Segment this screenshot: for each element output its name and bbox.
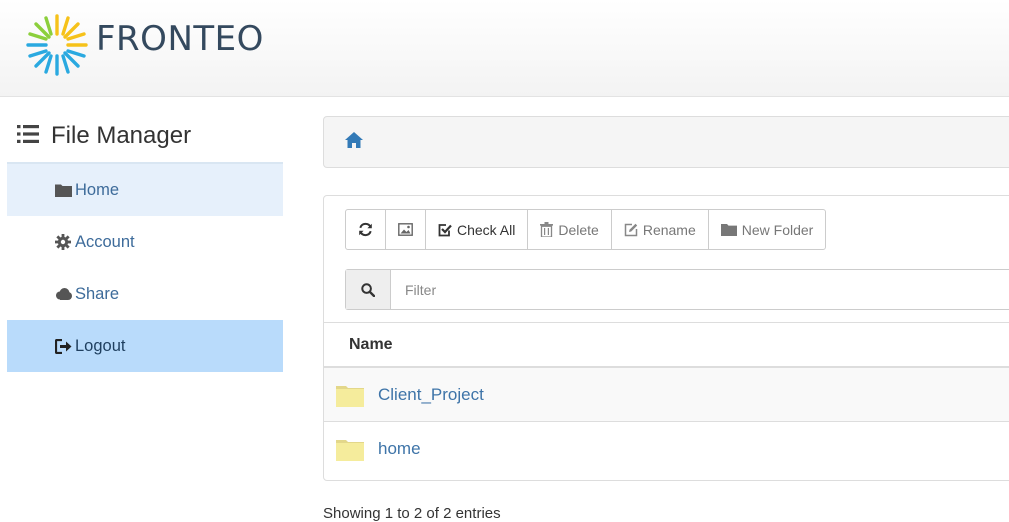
trash-icon bbox=[540, 222, 554, 237]
sidebar-title-text: File Manager bbox=[51, 122, 192, 149]
toolbar: Check All Delete Rename New Folder bbox=[345, 209, 827, 250]
folder-icon bbox=[720, 223, 737, 236]
sidebar: File Manager Home Account Share Logout bbox=[7, 110, 283, 372]
file-link[interactable]: home bbox=[378, 439, 421, 459]
logo[interactable]: FRONTEO bbox=[20, 8, 264, 82]
file-table: Name Client_Project home bbox=[324, 322, 1009, 476]
image-view-button[interactable] bbox=[385, 209, 426, 250]
home-icon[interactable] bbox=[345, 131, 363, 153]
new-folder-button[interactable]: New Folder bbox=[707, 209, 827, 250]
file-panel: Check All Delete Rename New Folder Filte… bbox=[323, 195, 1009, 481]
sidebar-item-label: Logout bbox=[75, 336, 126, 355]
sidebar-title: File Manager bbox=[7, 110, 283, 164]
rename-label: Rename bbox=[642, 221, 696, 238]
check-all-label: Check All bbox=[457, 221, 516, 238]
folder-icon bbox=[55, 182, 72, 199]
delete-button[interactable]: Delete bbox=[527, 209, 612, 250]
sidebar-item-label: Account bbox=[75, 232, 135, 251]
search-icon bbox=[346, 270, 391, 309]
rename-button[interactable]: Rename bbox=[610, 209, 709, 250]
folder-icon bbox=[336, 385, 364, 407]
sidebar-item-label: Share bbox=[75, 284, 120, 303]
filter-input[interactable] bbox=[391, 270, 1009, 309]
sidebar-item-account[interactable]: Account bbox=[7, 216, 283, 268]
table-row[interactable]: home bbox=[324, 422, 1009, 476]
cloud-icon bbox=[55, 286, 72, 303]
filter-group bbox=[345, 269, 1009, 310]
entries-info: Showing 1 to 2 of 2 entries bbox=[323, 505, 501, 522]
image-icon bbox=[398, 223, 413, 236]
check-square-icon bbox=[438, 223, 452, 237]
sidebar-item-home[interactable]: Home bbox=[7, 164, 283, 216]
check-all-button[interactable]: Check All bbox=[425, 209, 529, 250]
sidebar-item-share[interactable]: Share bbox=[7, 268, 283, 320]
table-row[interactable]: Client_Project bbox=[324, 368, 1009, 422]
list-icon bbox=[17, 122, 39, 150]
gear-icon bbox=[55, 234, 72, 251]
delete-label: Delete bbox=[558, 221, 599, 238]
fronteo-logo-icon bbox=[26, 14, 88, 76]
edit-icon bbox=[624, 223, 638, 237]
folder-icon bbox=[336, 440, 364, 461]
refresh-button[interactable] bbox=[345, 209, 386, 250]
refresh-icon bbox=[358, 222, 373, 237]
breadcrumb bbox=[323, 116, 1009, 168]
column-header-name[interactable]: Name bbox=[324, 322, 1009, 368]
file-link[interactable]: Client_Project bbox=[378, 385, 484, 405]
sign-out-icon bbox=[55, 338, 72, 355]
new-folder-label: New Folder bbox=[741, 221, 814, 238]
sidebar-item-label: Home bbox=[75, 180, 120, 199]
top-bar: FRONTEO bbox=[0, 0, 1009, 97]
logo-text: FRONTEO bbox=[96, 19, 264, 59]
sidebar-item-logout[interactable]: Logout bbox=[7, 320, 283, 372]
